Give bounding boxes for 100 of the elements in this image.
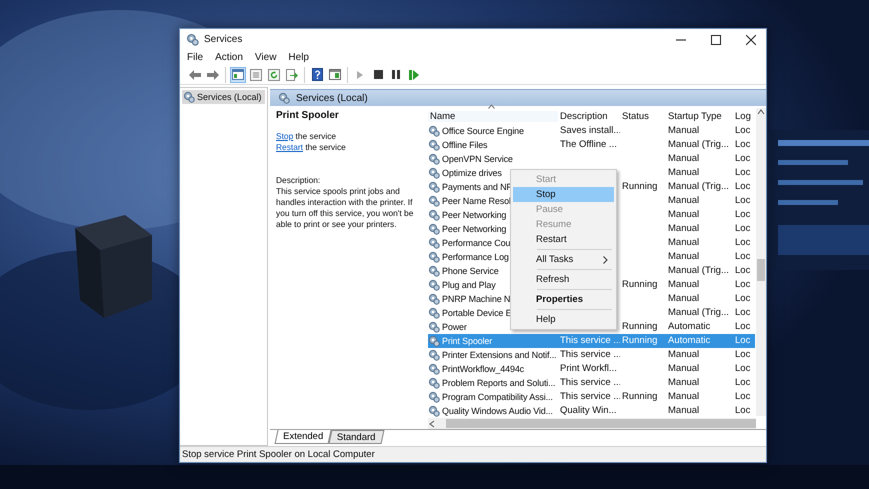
action-link[interactable]: Restart bbox=[276, 142, 303, 152]
gears-icon bbox=[428, 335, 440, 347]
name-cell[interactable]: Problem Reports and Soluti... bbox=[428, 376, 558, 390]
context-menu-item[interactable]: Properties bbox=[513, 292, 614, 307]
log-on-cell-text: Loc bbox=[734, 264, 752, 278]
log-on-cell-text: Loc bbox=[734, 180, 752, 194]
gears-icon bbox=[428, 265, 440, 277]
startup-type-cell-text: Automatic bbox=[667, 320, 712, 334]
startup-type-cell-text: Manual (Trig... bbox=[667, 180, 730, 194]
log-on-cell-text: Loc bbox=[734, 124, 752, 138]
column-header[interactable]: Description bbox=[558, 110, 620, 122]
name-cell[interactable]: Printer Extensions and Notif... bbox=[428, 348, 558, 362]
log-on-cell-text: Loc bbox=[734, 208, 752, 222]
help-book-icon bbox=[312, 68, 322, 81]
view-tab[interactable]: Standard bbox=[328, 430, 384, 444]
sort-caret-icon bbox=[488, 104, 495, 108]
vertical-scrollbar[interactable] bbox=[756, 108, 766, 416]
gears-icon bbox=[428, 363, 440, 375]
column-header[interactable]: Status bbox=[620, 110, 666, 122]
service-name: Print Spooler bbox=[276, 110, 340, 121]
gears-icon bbox=[428, 349, 440, 361]
startup-type-cell-text: Manual bbox=[667, 124, 700, 138]
log-on-cell-text: Loc bbox=[734, 166, 752, 180]
name-cell[interactable]: Offline Files bbox=[428, 138, 558, 152]
context-menu-item[interactable]: Help bbox=[513, 312, 614, 327]
service-name-text: OpenVPN Service bbox=[442, 154, 513, 164]
name-cell[interactable]: Quality Windows Audio Vid... bbox=[428, 404, 558, 418]
startup-type-cell-text: Manual bbox=[667, 166, 700, 180]
startup-type-cell-text: Manual bbox=[667, 250, 700, 264]
service-name-text: Program Compatibility Assi... bbox=[442, 392, 553, 402]
window-title: Services bbox=[204, 34, 244, 45]
service-name-text: Phone Service bbox=[442, 266, 499, 276]
log-on-cell: Loc bbox=[733, 334, 755, 348]
description-cell-text: The Offline ... bbox=[559, 138, 618, 152]
startup-type-cell-text: Manual (Trig... bbox=[667, 138, 730, 152]
gears-icon bbox=[428, 223, 440, 235]
startup-type-cell-text: Manual bbox=[667, 222, 700, 236]
gears-icon bbox=[278, 92, 290, 104]
log-on-cell-text: Loc bbox=[734, 278, 752, 292]
resume-icon bbox=[409, 70, 419, 80]
menu-item[interactable]: View bbox=[250, 52, 282, 63]
menu-item[interactable]: File bbox=[182, 52, 208, 63]
log-on-cell-text: Loc bbox=[734, 222, 752, 236]
context-menu-item[interactable]: Restart bbox=[513, 232, 614, 247]
log-on-cell-text: Loc bbox=[734, 390, 752, 404]
context-menu-item[interactable]: Refresh bbox=[513, 272, 614, 287]
startup-type-cell-text: Manual (Trig... bbox=[667, 306, 730, 320]
service-name-text: Optimize drives bbox=[442, 168, 502, 178]
gears-icon bbox=[186, 33, 199, 46]
service-name-text: PrintWorkflow_4494c bbox=[442, 364, 524, 374]
gears-icon bbox=[428, 237, 440, 249]
gears-icon bbox=[428, 251, 440, 263]
service-name-text: Printer Extensions and Notif... bbox=[442, 350, 556, 360]
status-cell-text: Running bbox=[621, 390, 658, 404]
context-menu-item[interactable]: All Tasks bbox=[513, 252, 614, 267]
gears-icon bbox=[428, 293, 440, 305]
column-header[interactable]: Startup Type bbox=[666, 110, 733, 122]
pause-icon bbox=[392, 70, 400, 79]
gears-icon bbox=[428, 139, 440, 151]
service-name-text: Performance Cou bbox=[442, 238, 510, 248]
toolbar-button[interactable] bbox=[327, 66, 343, 82]
description-cell-text: Print Workfl... bbox=[559, 362, 618, 376]
name-cell[interactable]: PrintWorkflow_4494c bbox=[428, 362, 558, 376]
service-name-text: Power bbox=[442, 322, 467, 332]
gears-icon bbox=[428, 307, 440, 319]
name-cell[interactable]: Program Compatibility Assi... bbox=[428, 390, 558, 404]
view-tab[interactable]: Extended bbox=[274, 430, 332, 444]
horizontal-scrollbar[interactable] bbox=[428, 418, 756, 429]
scroll-up-icon[interactable] bbox=[757, 108, 765, 116]
tree-item[interactable]: Services (Local) bbox=[182, 90, 265, 104]
service-name-text: Problem Reports and Soluti... bbox=[442, 378, 556, 388]
column-header[interactable]: Log bbox=[733, 110, 755, 122]
gears-icon bbox=[428, 391, 440, 403]
menu-item[interactable]: Help bbox=[283, 52, 314, 63]
service-name-text: Office Source Engine bbox=[442, 126, 524, 136]
menu-item[interactable]: Action bbox=[210, 52, 248, 63]
description-text: This service spools print jobs and handles interaction with the printer. If you turn off this service, you won't be able to print or see your printers. bbox=[276, 186, 414, 230]
context-menu-item[interactable]: Stop bbox=[513, 187, 614, 202]
status-cell-text: Running bbox=[621, 180, 658, 194]
service-name-text: Offline Files bbox=[442, 140, 488, 150]
log-on-cell-text: Loc bbox=[734, 320, 752, 334]
log-on-cell-text: Loc bbox=[734, 250, 752, 264]
log-on-cell-text: Loc bbox=[734, 306, 752, 320]
service-name-text: Plug and Play bbox=[442, 280, 496, 290]
toolbar-button[interactable] bbox=[309, 66, 325, 82]
action-link[interactable]: Stop bbox=[276, 131, 294, 141]
service-name-text: Quality Windows Audio Vid... bbox=[442, 406, 553, 416]
status-cell: Running bbox=[620, 334, 666, 348]
startup-type-cell-text: Manual bbox=[667, 152, 700, 166]
close-icon bbox=[746, 34, 756, 44]
name-cell[interactable]: Office Source Engine bbox=[428, 124, 558, 138]
console-tree-icon bbox=[232, 69, 244, 80]
refresh-icon bbox=[268, 68, 280, 80]
startup-type-cell-text: Manual bbox=[667, 390, 700, 404]
name-cell[interactable]: OpenVPN Service bbox=[428, 152, 558, 166]
scroll-thumb[interactable] bbox=[757, 259, 765, 281]
scroll-left-icon[interactable] bbox=[428, 420, 436, 428]
log-on-cell-text: Loc bbox=[734, 138, 752, 152]
status-cell-text: Running bbox=[621, 278, 658, 292]
status-text: Stop service Print Spooler on Local Computer bbox=[182, 449, 375, 460]
